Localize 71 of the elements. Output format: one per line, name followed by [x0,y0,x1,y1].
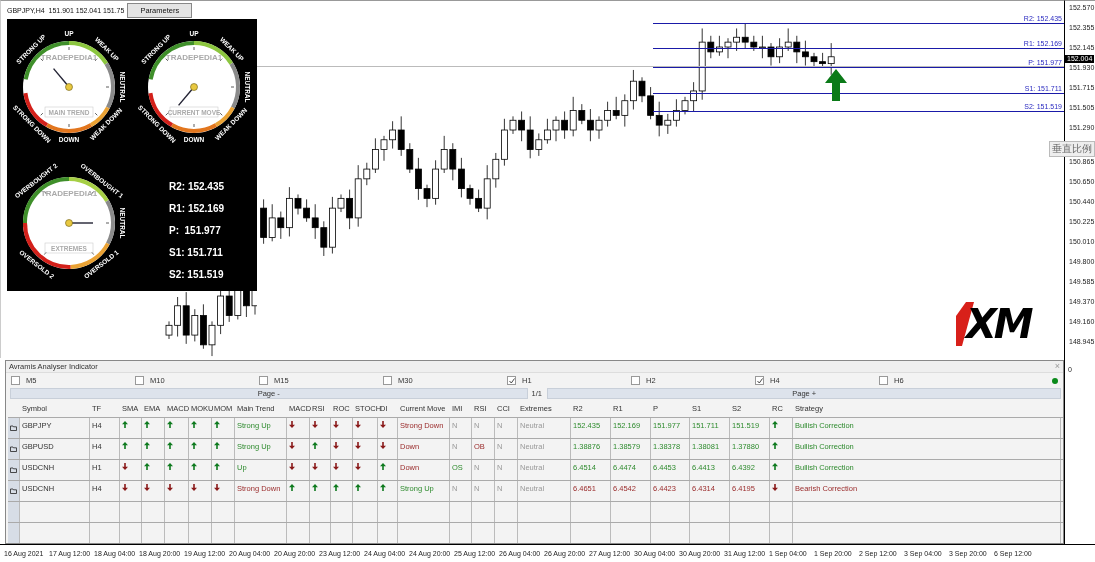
arrow-up-icon [122,442,128,449]
pivot-value: R2: 152.435 [169,180,226,192]
arrow-down-icon [355,463,361,470]
arrow-down-icon [380,421,386,428]
gauge-brand: TRADEPEDIA1 [40,53,98,62]
arrow-up-icon [355,484,361,491]
arrow-down-icon [355,421,361,428]
logo-text: XM [966,301,1031,347]
pivot-value: S2: 151.519 [169,268,225,280]
arrow-up-icon [333,484,339,491]
checkbox[interactable] [507,376,516,386]
arrow-up-icon [144,442,150,449]
arrow-up-icon [167,463,173,470]
arrow-up-icon [214,442,220,449]
folder-icon[interactable] [10,446,17,452]
arrow-down-icon [167,484,173,491]
arrow-up-icon [825,69,847,101]
checkbox[interactable] [755,376,764,386]
arrow-up-icon [312,484,318,491]
scale-button[interactable]: 垂直比例 [1049,141,1095,157]
arrow-down-icon [122,463,128,470]
folder-icon[interactable] [10,488,17,494]
gauge-needle [65,219,94,227]
arrow-up-icon [772,442,778,449]
status-dot [1052,377,1058,384]
arrow-down-icon [333,442,339,449]
arrow-up-icon [772,463,778,470]
arrow-down-icon [289,421,295,428]
checkbox[interactable] [135,376,144,386]
arrow-up-icon [289,484,295,491]
arrow-down-icon [289,463,295,470]
row-header-cell [8,523,20,543]
checkbox[interactable] [879,376,888,386]
arrow-up-icon [167,442,173,449]
arrow-up-icon [122,421,128,428]
arrow-up-icon [191,421,197,428]
arrow-down-icon [289,442,295,449]
checkbox[interactable] [383,376,392,386]
arrow-up-icon [167,421,173,428]
arrow-up-icon [191,442,197,449]
folder-icon[interactable] [10,425,17,431]
arrow-up-icon [380,463,386,470]
folder-icon[interactable] [10,467,17,473]
gauge-brand: TRADEPEDIA1 [165,53,223,62]
arrow-up-icon [214,421,220,428]
pivot-value: S1: 151.711 [169,246,224,258]
arrow-up-icon [380,484,386,491]
arrow-down-icon [144,484,150,491]
pivot-value: P: 151.977 [169,224,222,236]
arrow-down-icon [312,463,318,470]
checkbox[interactable] [11,376,20,386]
arrow-down-icon [333,463,339,470]
arrow-up-icon [144,421,150,428]
arrow-up-icon [144,463,150,470]
pivot-value: R1: 152.169 [169,202,226,214]
arrow-down-icon [333,421,339,428]
arrow-down-icon [772,484,778,491]
checkbox[interactable] [259,376,268,386]
gauge-needle [52,67,73,91]
arrow-down-icon [191,484,197,491]
arrow-up-icon [312,442,318,449]
arrow-down-icon [122,484,128,491]
arrow-down-icon [312,421,318,428]
arrow-up-icon [214,463,220,470]
gauge-needle [177,83,198,107]
arrow-up-icon [772,421,778,428]
arrow-down-icon [355,442,361,449]
arrow-up-icon [191,463,197,470]
arrow-down-icon [380,442,386,449]
checkbox[interactable] [631,376,640,386]
arrow-down-icon [214,484,220,491]
